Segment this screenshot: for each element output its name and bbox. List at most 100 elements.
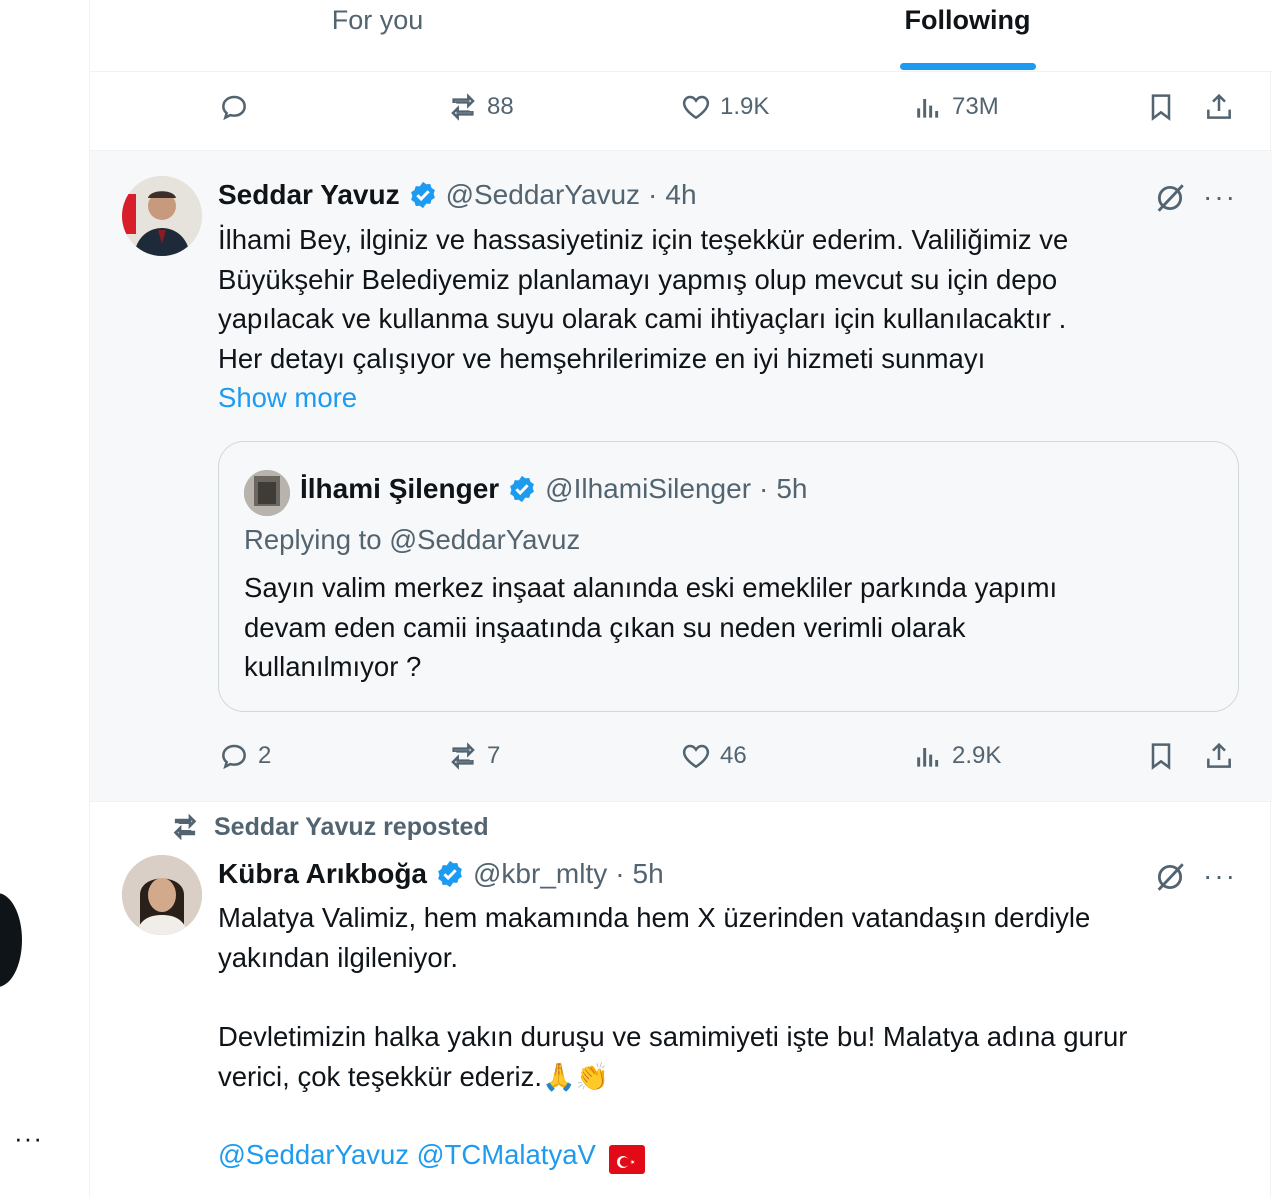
separator-dot: · bbox=[648, 179, 658, 210]
reply-button[interactable] bbox=[218, 77, 258, 137]
show-more-link[interactable]: Show more bbox=[218, 378, 357, 417]
turkey-flag-icon bbox=[609, 1144, 646, 1174]
avatar-image bbox=[244, 470, 290, 516]
share-button[interactable] bbox=[1203, 726, 1235, 786]
tweet-text-line: Malatya Valimiz, hem makamında hem X üze… bbox=[218, 902, 1091, 933]
author-name[interactable]: Seddar Yavuz bbox=[218, 177, 400, 213]
tweet-text: Malatya Valimiz, hem makamında hem X üze… bbox=[218, 898, 1248, 977]
author-name[interactable]: Kübra Arıkboğa bbox=[218, 856, 427, 892]
reply-button[interactable]: 2 bbox=[218, 726, 271, 786]
repost-button[interactable]: 7 bbox=[447, 726, 500, 786]
verified-badge-icon bbox=[410, 181, 435, 209]
tweet-text-line: Devletimizin halka yakın duruşu ve samim… bbox=[218, 1021, 1128, 1052]
mention-link[interactable]: @SeddarYavuz bbox=[218, 1139, 409, 1170]
quote-header: İlhami Şilenger @IlhamiSilenger · 5h bbox=[300, 471, 808, 507]
heart-icon bbox=[682, 95, 710, 120]
tweet-text-line: Büyükşehir Belediyemiz planlamayı yapmış… bbox=[218, 263, 1058, 295]
quoted-text: Sayın valim merkez inşaat alanında eski … bbox=[244, 568, 1204, 687]
quoted-timestamp: 5h bbox=[776, 473, 808, 504]
more-options-icon[interactable]: ··· bbox=[1203, 862, 1237, 890]
bookmark-button[interactable] bbox=[1145, 726, 1177, 786]
tweet-text: İlhami Bey, ilginiz ve hassasiyetiniz iç… bbox=[218, 220, 1218, 378]
tab-for-you[interactable]: For you bbox=[90, 0, 665, 72]
verified-badge-icon bbox=[510, 475, 535, 503]
tweet-header: Kübra Arıkboğa @kbr_mlty · 5h bbox=[218, 856, 664, 892]
views-icon bbox=[917, 748, 939, 767]
share-icon bbox=[1207, 742, 1231, 768]
verified-badge-icon bbox=[438, 860, 462, 888]
tweet-text-line: yapılacak ve kullanma suyu olarak cami i… bbox=[218, 303, 1067, 334]
reply-icon bbox=[222, 744, 246, 770]
avatar-image bbox=[122, 176, 202, 256]
tweet-actions: 2 7 46 2.9K bbox=[90, 726, 1272, 786]
tab-label: Following bbox=[904, 5, 1031, 35]
more-options-icon[interactable]: ··· bbox=[1203, 183, 1237, 211]
separator-dot: · bbox=[759, 473, 769, 504]
author-handle[interactable]: @kbr_mlty bbox=[473, 856, 607, 892]
tweet-text-line: Her detayı çalışıyor ve hemşehrilerimize… bbox=[218, 342, 986, 374]
views-button[interactable]: 2.9K bbox=[912, 726, 1001, 786]
tweet-text: Devletimizin halka yakın duruşu ve samim… bbox=[218, 1017, 1248, 1097]
replying-to: Replying to @SeddarYavuz bbox=[244, 524, 581, 555]
like-count: 46 bbox=[720, 742, 747, 769]
views-button[interactable]: 73M bbox=[912, 77, 999, 137]
repost-icon bbox=[451, 742, 475, 770]
timeline-column: For you Following 88 1.9K 73M Seddar Yav… bbox=[89, 0, 1272, 1197]
quoted-tweet[interactable]: İlhami Şilenger @IlhamiSilenger · 5h Rep… bbox=[218, 441, 1239, 712]
quoted-author-name: İlhami Şilenger bbox=[300, 473, 500, 504]
post-button[interactable] bbox=[0, 893, 22, 987]
timestamp[interactable]: 4h bbox=[665, 177, 696, 213]
tab-following[interactable]: Following bbox=[665, 0, 1270, 72]
avatar-image bbox=[122, 855, 202, 935]
share-button[interactable] bbox=[1203, 77, 1235, 137]
like-button[interactable]: 1.9K bbox=[680, 77, 769, 137]
reply-icon bbox=[222, 95, 246, 121]
tweet-text-line-with-emoji: verici, çok teşekkür ederiz.🙏👏 bbox=[218, 1057, 1248, 1098]
left-rail: ··· bbox=[0, 0, 90, 1197]
timestamp[interactable]: 5h bbox=[633, 856, 664, 892]
repost-label: Seddar Yavuz reposted bbox=[214, 812, 489, 841]
heart-icon bbox=[682, 744, 710, 769]
quoted-text-line: Sayın valim merkez inşaat alanında eski … bbox=[244, 572, 1058, 603]
reply-count: 2 bbox=[258, 742, 272, 769]
tweet-text-line: verici, çok teşekkür ederiz. bbox=[218, 1060, 542, 1092]
like-count: 1.9K bbox=[720, 93, 770, 120]
author-handle[interactable]: @SeddarYavuz bbox=[446, 177, 640, 213]
tweet-header: Seddar Yavuz @SeddarYavuz · 4h bbox=[218, 177, 697, 213]
grok-icon[interactable] bbox=[1153, 181, 1187, 215]
repost-icon bbox=[451, 93, 475, 121]
grok-icon[interactable] bbox=[1153, 860, 1187, 894]
repost-count: 7 bbox=[487, 742, 501, 769]
active-tab-indicator bbox=[900, 63, 1036, 70]
flag-image bbox=[609, 1149, 646, 1174]
previous-tweet-actions: 88 1.9K 73M bbox=[90, 77, 1272, 137]
bookmark-icon bbox=[1151, 743, 1171, 770]
share-icon bbox=[1207, 93, 1231, 119]
repost-button[interactable]: 88 bbox=[447, 77, 514, 137]
quoted-author-handle: @IlhamiSilenger bbox=[545, 473, 752, 504]
tweet[interactable]: Seddar Yavuz @SeddarYavuz · 4h ··· İlham… bbox=[90, 150, 1272, 802]
tweet-text-line: yakından ilgileniyor. bbox=[218, 941, 459, 973]
bookmark-icon bbox=[1151, 94, 1171, 121]
tweet-text-line: İlhami Bey, ilginiz ve hassasiyetiniz iç… bbox=[218, 224, 1069, 255]
separator-dot: · bbox=[615, 858, 625, 889]
quoted-text-line: kullanılmıyor ? bbox=[244, 651, 422, 682]
quoted-text-line: devam eden camii inşaatında çıkan su ned… bbox=[244, 611, 966, 643]
repost-indicator[interactable]: Seddar Yavuz reposted bbox=[170, 812, 489, 842]
emoji: 🙏👏 bbox=[542, 1061, 610, 1092]
repost-icon bbox=[173, 813, 197, 841]
timeline-tabs: For you Following bbox=[90, 0, 1272, 72]
bookmark-button[interactable] bbox=[1145, 77, 1177, 137]
views-count: 73M bbox=[952, 93, 999, 120]
more-menu-icon[interactable]: ··· bbox=[14, 1125, 43, 1151]
quoted-avatar[interactable] bbox=[244, 470, 290, 516]
tab-label: For you bbox=[331, 5, 424, 35]
views-icon bbox=[917, 99, 939, 118]
repost-count: 88 bbox=[487, 93, 514, 120]
avatar[interactable] bbox=[122, 176, 202, 256]
mention-link[interactable]: @TCMalatyaV bbox=[417, 1139, 596, 1170]
views-count: 2.9K bbox=[952, 742, 1002, 769]
like-button[interactable]: 46 bbox=[680, 726, 747, 786]
avatar[interactable] bbox=[122, 855, 202, 935]
mentions-line: @SeddarYavuz @TCMalatyaV bbox=[218, 1135, 1248, 1175]
